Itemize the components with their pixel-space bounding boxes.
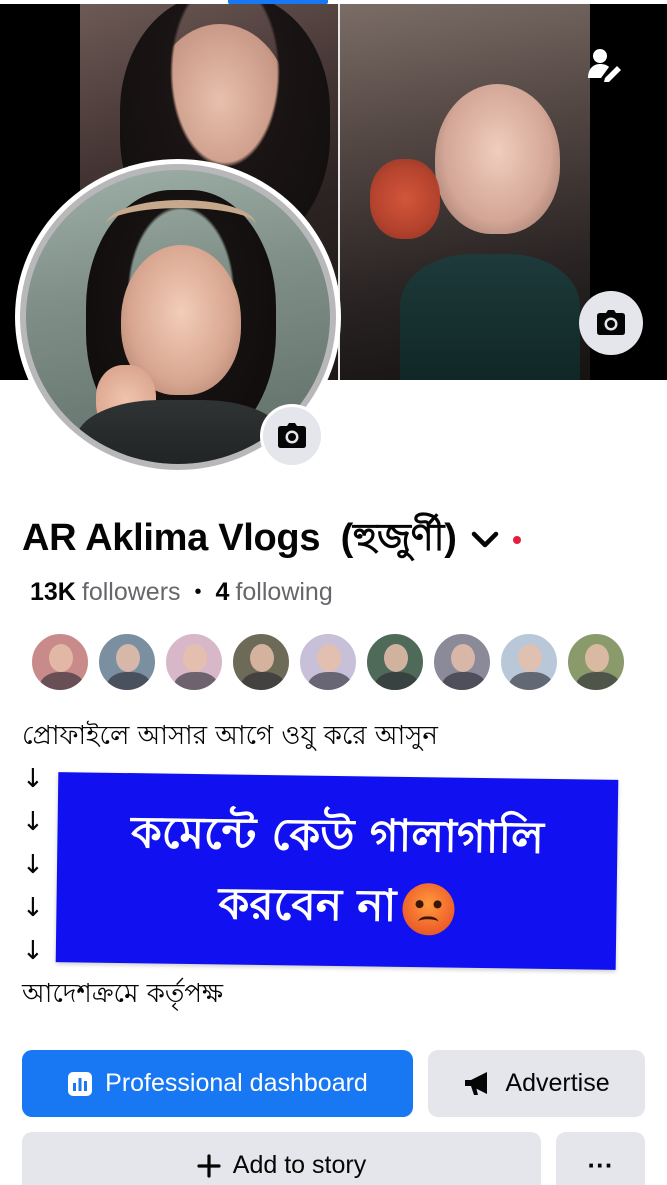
- friend-avatar[interactable]: [164, 632, 224, 692]
- add-to-story-button[interactable]: Add to story: [22, 1132, 541, 1185]
- profile-name: AR Aklima Vlogs (হুজুর্ণী): [22, 517, 457, 559]
- notification-dot: [512, 536, 521, 544]
- megaphone-icon: [463, 1071, 493, 1097]
- dashboard-icon: [67, 1071, 93, 1097]
- angry-face-icon: [401, 882, 455, 936]
- followers-count[interactable]: 13K: [30, 578, 76, 607]
- friend-avatar[interactable]: [97, 632, 157, 692]
- friend-avatar[interactable]: [566, 632, 626, 692]
- plus-icon: [197, 1153, 221, 1178]
- friend-avatar[interactable]: [432, 632, 492, 692]
- cover-photo-right: [340, 4, 590, 380]
- following-count[interactable]: 4: [216, 578, 230, 607]
- follow-stats: 13K followers • 4 following: [30, 578, 333, 607]
- followers-label[interactable]: followers: [82, 578, 181, 607]
- advertise-label: Advertise: [505, 1069, 610, 1097]
- bio-banner: কমেন্টে কেউ গালাগালি করবেন না: [55, 772, 619, 970]
- friend-avatar[interactable]: [298, 632, 358, 692]
- more-options-button[interactable]: ···: [556, 1132, 645, 1185]
- professional-dashboard-button[interactable]: Professional dashboard: [22, 1050, 413, 1117]
- profile-name-row: AR Aklima Vlogs (হুজুর্ণী): [22, 508, 521, 572]
- profile-edit-icon[interactable]: [585, 44, 625, 84]
- cover-camera-button[interactable]: [579, 291, 643, 355]
- bio-line: প্রোফাইলে আসার আগে ওযু করে আসুন: [22, 721, 438, 751]
- friend-avatar[interactable]: [30, 632, 90, 692]
- camera-icon: [278, 423, 306, 448]
- friend-avatar[interactable]: [499, 632, 559, 692]
- stats-separator: •: [194, 581, 202, 603]
- professional-dashboard-label: Professional dashboard: [105, 1069, 368, 1097]
- add-to-story-label: Add to story: [232, 1151, 367, 1179]
- more-icon: ···: [587, 1150, 614, 1180]
- friends-avatars[interactable]: [30, 632, 633, 692]
- bio-line: আদেশক্রমে কর্তৃপক্ষ: [22, 979, 224, 1009]
- advertise-button[interactable]: Advertise: [428, 1050, 645, 1117]
- friend-avatar[interactable]: [365, 632, 425, 692]
- following-label[interactable]: following: [235, 578, 332, 607]
- friend-avatar[interactable]: [231, 632, 291, 692]
- banner-line-1: কমেন্টে কেউ গালাগালি: [130, 807, 545, 864]
- banner-line-2: করবেন না: [218, 878, 397, 932]
- avatar-camera-button[interactable]: [260, 404, 324, 468]
- chevron-down-icon[interactable]: [471, 525, 501, 555]
- camera-icon: [597, 310, 625, 335]
